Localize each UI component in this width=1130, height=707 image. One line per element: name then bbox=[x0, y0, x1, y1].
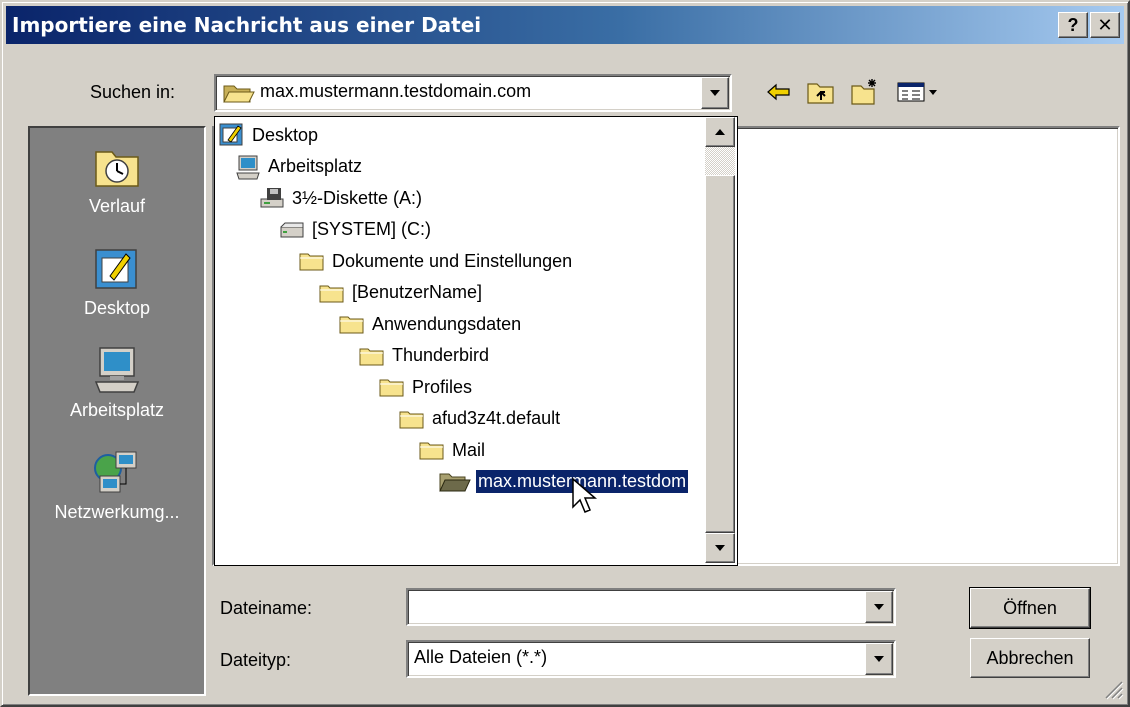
filetype-value: Alle Dateien (*.*) bbox=[414, 647, 548, 667]
folder-icon bbox=[299, 253, 324, 271]
open-button[interactable]: Öffnen bbox=[969, 587, 1091, 629]
tree-item[interactable]: Arbeitsplatz bbox=[235, 153, 364, 181]
chevron-down-icon bbox=[874, 604, 884, 610]
tree-item-label: Arbeitsplatz bbox=[268, 156, 363, 176]
look-in-label: Suchen in: bbox=[90, 82, 176, 102]
scroll-thumb[interactable] bbox=[705, 175, 735, 533]
place-history-label: Verlauf bbox=[88, 196, 146, 216]
look-in-value: max.mustermann.testdomain.com bbox=[260, 81, 532, 101]
folder-icon bbox=[339, 316, 364, 334]
desktop-icon bbox=[95, 249, 137, 289]
place-desktop[interactable]: Desktop bbox=[30, 244, 204, 319]
file-open-dialog: Importiere eine Nachricht aus einer Date… bbox=[0, 0, 1130, 707]
tree-item-label: Dokumente und Einstellungen bbox=[332, 250, 573, 271]
arrow-up-icon bbox=[715, 129, 725, 135]
tree-item[interactable]: Dokumente und Einstellungen bbox=[299, 247, 574, 275]
my-computer-icon bbox=[236, 155, 260, 179]
place-my-computer-label: Arbeitsplatz bbox=[69, 400, 165, 420]
filetype-combobox[interactable]: Alle Dateien (*.*) bbox=[406, 640, 896, 678]
tree-item[interactable]: Profiles bbox=[379, 373, 474, 401]
filetype-label: Dateityp: bbox=[220, 650, 292, 670]
tree-item-label: Anwendungsdaten bbox=[372, 313, 522, 334]
tree-item-label: Desktop bbox=[252, 124, 319, 145]
filename-dropdown-button[interactable] bbox=[865, 591, 893, 623]
floppy-drive-icon bbox=[260, 188, 284, 208]
history-icon bbox=[95, 151, 139, 187]
folder-icon bbox=[359, 348, 384, 365]
tree-item-label: [BenutzerName] bbox=[352, 282, 483, 302]
tree-item[interactable]: [SYSTEM] (C:) bbox=[279, 216, 433, 244]
tree-item[interactable]: Mail bbox=[419, 436, 487, 464]
desktop-icon bbox=[219, 123, 243, 146]
dialog-title: Importiere eine Nachricht aus einer Date… bbox=[12, 13, 482, 37]
tree-item[interactable]: max.mustermann.testdom bbox=[439, 468, 690, 496]
tree-item-label: afud3z4t.default bbox=[432, 408, 561, 428]
folder-icon bbox=[399, 411, 424, 428]
tree-item[interactable]: [BenutzerName] bbox=[319, 279, 484, 307]
title-bar[interactable]: Importiere eine Nachricht aus einer Date… bbox=[6, 6, 1124, 44]
tree-item-label: Mail bbox=[452, 439, 486, 460]
places-bar: Verlauf Desktop Arbeitsplatz Netzwerkumg… bbox=[28, 126, 206, 696]
new-folder-icon[interactable] bbox=[850, 78, 880, 106]
dropdown-scrollbar[interactable] bbox=[705, 117, 735, 563]
network-icon bbox=[94, 451, 137, 493]
place-network-label: Netzwerkumg... bbox=[54, 502, 180, 522]
place-network[interactable]: Netzwerkumg... bbox=[30, 448, 204, 523]
filename-combobox[interactable] bbox=[406, 588, 896, 626]
my-computer-icon bbox=[94, 347, 140, 393]
tree-item-label: [SYSTEM] (C:) bbox=[312, 219, 432, 239]
filename-label: Dateiname: bbox=[220, 598, 313, 618]
tree-item-label: Profiles bbox=[412, 376, 473, 397]
filetype-dropdown-button[interactable] bbox=[865, 643, 893, 675]
back-icon[interactable] bbox=[764, 78, 794, 106]
arrow-down-icon bbox=[715, 545, 725, 551]
tree-item[interactable]: Anwendungsdaten bbox=[339, 310, 523, 338]
open-folder-icon bbox=[439, 473, 471, 491]
place-history[interactable]: Verlauf bbox=[30, 142, 204, 217]
look-in-dropdown-list[interactable]: Desktop Arbeitsplatz 3½-Diskette (A:) [SYST… bbox=[214, 116, 738, 566]
place-my-computer[interactable]: Arbeitsplatz bbox=[30, 344, 204, 421]
chevron-down-icon bbox=[874, 656, 884, 662]
scroll-up-button[interactable] bbox=[705, 117, 735, 147]
folder-icon bbox=[419, 442, 444, 460]
tree-item[interactable]: 3½-Diskette (A:) bbox=[259, 184, 424, 212]
cancel-button[interactable]: Abbrechen bbox=[970, 638, 1090, 678]
look-in-dropdown-button[interactable] bbox=[701, 77, 729, 109]
resize-grip-icon[interactable] bbox=[1102, 678, 1124, 700]
scroll-down-button[interactable] bbox=[705, 533, 735, 563]
tree-item-label: Thunderbird bbox=[392, 345, 490, 365]
mouse-cursor-icon bbox=[572, 477, 598, 513]
chevron-down-icon bbox=[710, 90, 720, 96]
tree-item-label: 3½-Diskette (A:) bbox=[292, 187, 423, 208]
look-in-combobox[interactable]: max.mustermann.testdomain.com bbox=[214, 74, 732, 112]
folder-icon bbox=[319, 285, 344, 302]
close-button[interactable]: ✕ bbox=[1090, 12, 1120, 38]
up-folder-icon[interactable] bbox=[806, 78, 836, 106]
open-folder-icon bbox=[223, 85, 255, 103]
place-desktop-label: Desktop bbox=[83, 298, 151, 318]
tree-item[interactable]: afud3z4t.default bbox=[399, 405, 562, 433]
tree-item[interactable]: Desktop bbox=[219, 121, 320, 149]
folder-icon bbox=[379, 379, 404, 397]
hard-drive-icon bbox=[280, 222, 304, 237]
view-menu-icon[interactable] bbox=[896, 78, 942, 106]
tree-item[interactable]: Thunderbird bbox=[359, 342, 491, 370]
help-button[interactable]: ? bbox=[1058, 12, 1088, 38]
